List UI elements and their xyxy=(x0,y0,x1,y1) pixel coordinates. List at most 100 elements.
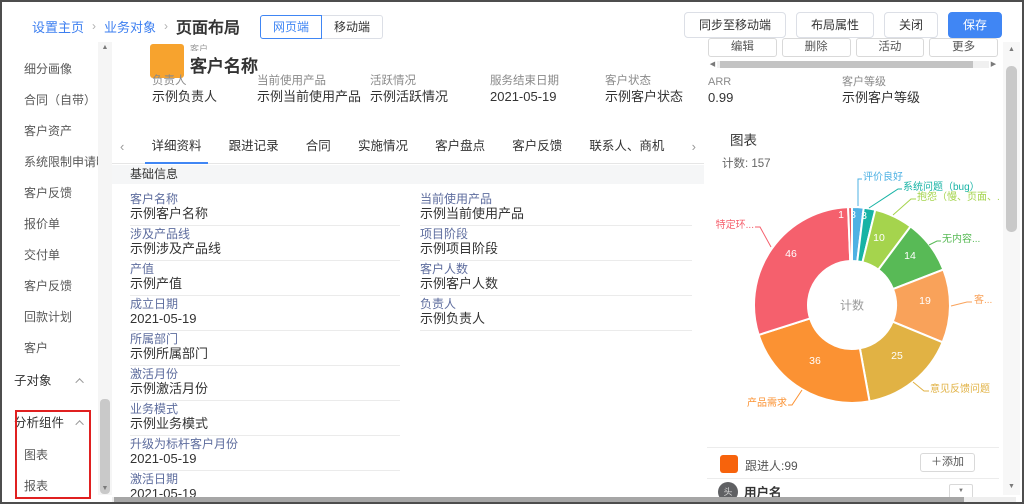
sidebar-item[interactable]: 报价单 xyxy=(2,209,98,240)
user-row[interactable]: 头 用户名 职位名称·负责人 ▼ xyxy=(707,478,999,499)
field-label: 当前使用产品 xyxy=(420,192,692,206)
edit-button[interactable]: 编辑 xyxy=(708,38,777,57)
form-field: 客户名称示例客户名称 xyxy=(130,192,400,227)
header-field: 客户状态 示例客户状态 xyxy=(605,74,683,105)
header-field: ARR 0.99 xyxy=(708,75,842,106)
add-button[interactable]: ＋添加 xyxy=(920,453,975,472)
sidebar-item-report[interactable]: 报表 xyxy=(2,471,98,495)
scrollbar-thumb[interactable] xyxy=(720,61,973,68)
sidebar-item-chart[interactable]: 图表 xyxy=(2,440,98,471)
sidebar-item[interactable]: 客户反馈 xyxy=(2,178,98,209)
header-field: 活跃情况 示例活跃情况 xyxy=(370,74,448,105)
sidebar-group-analysis[interactable]: 分析组件 xyxy=(2,406,98,440)
sidebar-item[interactable]: 合同（自带） xyxy=(2,85,98,116)
breadcrumb-business-object[interactable]: 业务对象 xyxy=(104,17,156,36)
slice-value-label: 25 xyxy=(891,350,903,362)
donut-center-label: 计数 xyxy=(840,297,864,314)
save-button[interactable]: 保存 xyxy=(948,12,1002,38)
layout-properties-button[interactable]: 布局属性 xyxy=(796,12,874,38)
scrollbar-thumb[interactable] xyxy=(100,399,110,494)
customer-type-label: 客户 xyxy=(190,42,208,51)
delete-button[interactable]: 删除 xyxy=(782,38,851,57)
extra-fields: ARR 0.99 客户等级 示例客户等级 xyxy=(708,75,998,106)
sync-to-mobile-button[interactable]: 同步至移动端 xyxy=(684,12,786,38)
tab-follow-records[interactable]: 跟进记录 xyxy=(229,130,279,164)
sidebar-item[interactable]: 回款计划 xyxy=(2,302,98,333)
follower-label: 跟进人:99 xyxy=(745,457,798,474)
tab-detail-info[interactable]: 详细资料 xyxy=(151,130,201,164)
sidebar-item[interactable]: 细分画像 xyxy=(2,54,98,85)
sidebar-item[interactable]: 交付单 xyxy=(2,240,98,271)
page-vertical-scrollbar[interactable]: ▲ ▼ xyxy=(1003,42,1020,495)
field-label: 产值 xyxy=(130,262,400,276)
customer-detail-card: 客户 客户名称 负责人 示例负责人 当前使用产品 示例当前使用产品 活跃情况 示… xyxy=(112,42,704,499)
tab-implementation[interactable]: 实施情况 xyxy=(358,130,408,164)
chart-slice-label: 意见反馈问题 xyxy=(930,380,990,395)
form-field: 负责人示例负责人 xyxy=(420,297,692,332)
chevron-up-icon xyxy=(75,378,83,386)
top-bar: 设置主页 › 业务对象 › 页面布局 网页端 移动端 同步至移动端 布局属性 关… xyxy=(2,2,1022,42)
form-field: 涉及产品线示例涉及产品线 xyxy=(130,227,400,262)
tab-mobile[interactable]: 移动端 xyxy=(321,15,383,39)
field-value: 示例当前使用产品 xyxy=(420,206,692,226)
scroll-down-icon[interactable]: ▼ xyxy=(98,483,112,495)
donut-slice[interactable] xyxy=(754,207,850,335)
field-value: 示例客户状态 xyxy=(605,88,683,105)
label-leader-line xyxy=(755,227,771,247)
field-label: 客户名称 xyxy=(130,192,400,206)
tab-contacts-opportunities[interactable]: 联系人、商机 xyxy=(589,130,664,164)
activity-button[interactable]: 活动 xyxy=(856,38,925,57)
header-field: 当前使用产品 示例当前使用产品 xyxy=(257,74,361,105)
page-horizontal-scrollbar[interactable] xyxy=(112,497,1016,504)
header-field: 负责人 示例负责人 xyxy=(152,74,217,105)
close-button[interactable]: 关闭 xyxy=(884,12,938,38)
field-value: 示例所属部门 xyxy=(130,346,400,366)
tab-web[interactable]: 网页端 xyxy=(260,15,322,39)
field-value: 示例涉及产品线 xyxy=(130,241,400,261)
field-label: 涉及产品线 xyxy=(130,227,400,241)
sidebar-item[interactable]: 系统限制申请明细 xyxy=(2,147,98,178)
tab-contract[interactable]: 合同 xyxy=(306,130,331,164)
slice-value-label: 10 xyxy=(873,232,885,244)
field-value: 示例项目阶段 xyxy=(420,241,692,261)
field-label: 项目阶段 xyxy=(420,227,692,241)
field-value: 2021-05-19 xyxy=(130,451,400,471)
chevron-up-icon xyxy=(75,420,83,428)
field-value: 2021-05-19 xyxy=(490,88,559,105)
label-leader-line xyxy=(869,189,902,208)
sidebar-item[interactable]: 客户反馈 xyxy=(2,271,98,302)
tabs-scroll-left-icon[interactable]: ‹ xyxy=(120,139,124,154)
scrollbar-track[interactable] xyxy=(717,61,989,68)
scroll-down-icon[interactable]: ▼ xyxy=(1003,481,1020,493)
sidebar-group-sub-object[interactable]: 子对象 xyxy=(2,364,98,398)
form-field: 升级为标杆客户月份2021-05-19 xyxy=(130,437,400,472)
field-label: 激活日期 xyxy=(130,472,400,486)
detail-tabs: ‹ 详细资料 跟进记录 合同 实施情况 客户盘点 客户反馈 联系人、商机 › xyxy=(112,130,704,164)
record-action-buttons: 编辑 删除 活动 更多 xyxy=(708,38,998,57)
form-field: 当前使用产品示例当前使用产品 xyxy=(420,192,692,227)
scroll-left-icon[interactable]: ◀ xyxy=(708,60,717,69)
label-leader-line xyxy=(951,302,972,306)
breadcrumb-separator-icon: › xyxy=(164,19,168,33)
scrollbar-thumb[interactable] xyxy=(114,497,964,504)
form-field: 成立日期2021-05-19 xyxy=(130,297,400,332)
tab-customer-review[interactable]: 客户盘点 xyxy=(435,130,485,164)
breadcrumb-settings-home[interactable]: 设置主页 xyxy=(32,17,84,36)
sidebar-item[interactable]: 客户 xyxy=(2,333,98,364)
form-field: 项目阶段示例项目阶段 xyxy=(420,227,692,262)
scrollbar-thumb[interactable] xyxy=(1006,66,1017,232)
tabs-scroll-right-icon[interactable]: › xyxy=(692,139,696,154)
scroll-right-icon[interactable]: ▶ xyxy=(989,60,998,69)
scroll-up-icon[interactable]: ▲ xyxy=(1003,44,1020,56)
tab-customer-feedback[interactable]: 客户反馈 xyxy=(512,130,562,164)
more-button[interactable]: 更多 xyxy=(929,38,998,57)
sidebar-item[interactable]: 客户资产 xyxy=(2,116,98,147)
breadcrumb-separator-icon: › xyxy=(92,19,96,33)
device-tabs: 网页端 移动端 xyxy=(260,15,383,39)
horizontal-scrollbar[interactable]: ◀ ▶ xyxy=(708,60,998,69)
scroll-up-icon[interactable]: ▲ xyxy=(98,42,112,54)
sidebar-group-label: 子对象 xyxy=(14,364,52,398)
sidebar-scrollbar[interactable]: ▲ ▼ xyxy=(98,42,112,495)
slice-value-label: 19 xyxy=(919,295,931,307)
follower-row: 跟进人:99 ＋添加 xyxy=(707,447,999,478)
